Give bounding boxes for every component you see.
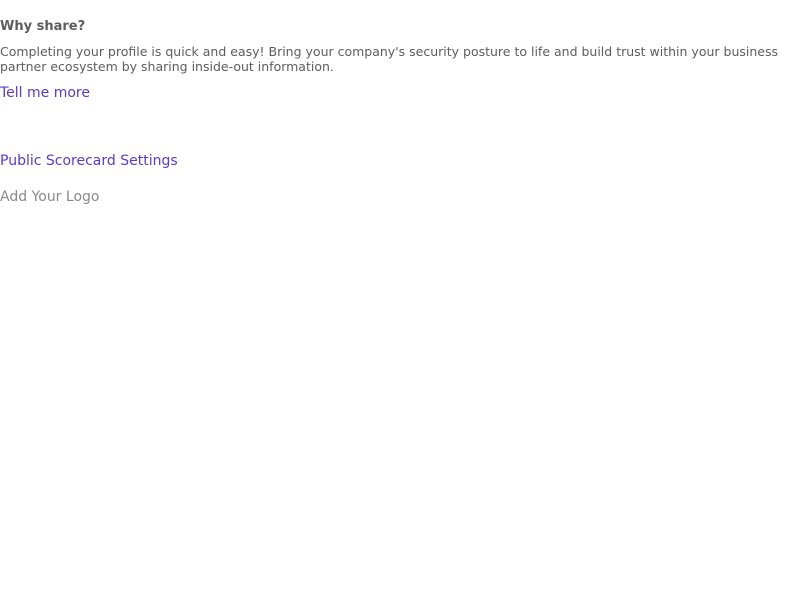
public-scorecard-settings-link[interactable]: Public Scorecard Settings: [0, 152, 178, 170]
add-your-logo-label: Add Your Logo: [0, 189, 100, 205]
tell-me-more-link[interactable]: Tell me more: [0, 84, 90, 102]
why-share-heading: Why share?: [0, 19, 86, 34]
why-share-description: Completing your profile is quick and eas…: [0, 44, 778, 74]
